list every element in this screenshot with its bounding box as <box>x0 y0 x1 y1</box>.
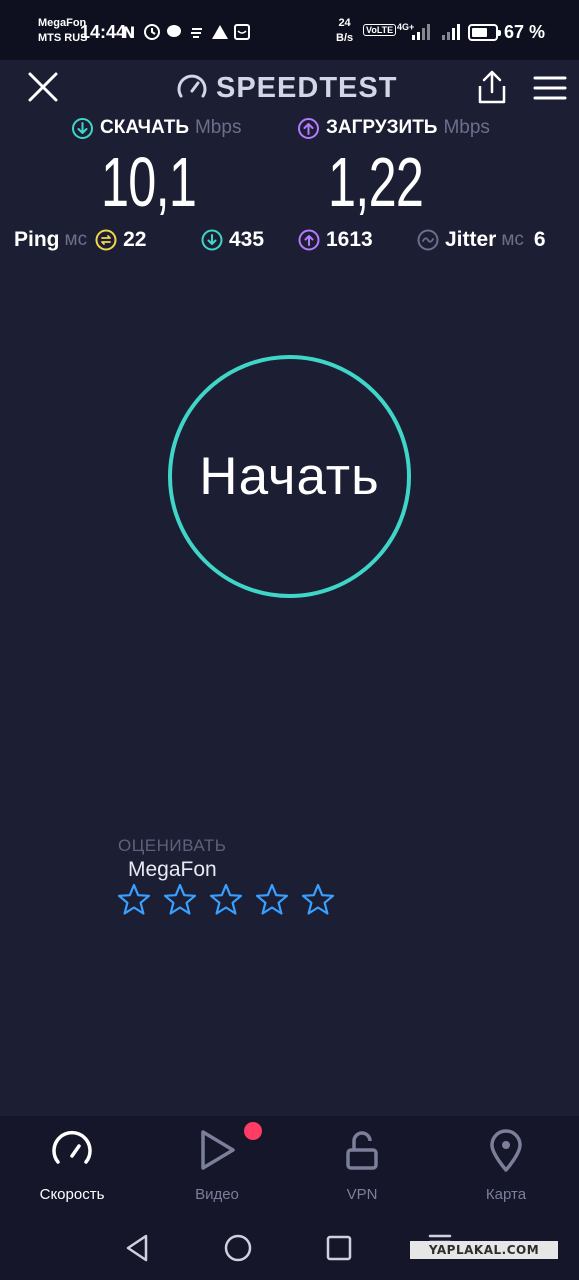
ping-upload-icon <box>298 229 320 251</box>
ping-idle-value: 22 <box>123 228 147 251</box>
recents-button[interactable] <box>321 1230 357 1266</box>
signal-strength-icon-1 <box>412 24 430 40</box>
notification-icons-svg: N <box>122 23 250 42</box>
gauge-icon <box>177 74 207 98</box>
rating-title: ОЦЕНИВАТЬ <box>118 836 227 855</box>
app-header: SPEEDTEST <box>0 60 579 116</box>
menu-button[interactable] <box>533 74 567 102</box>
back-triangle-icon <box>126 1234 148 1262</box>
battery-fill <box>472 28 487 37</box>
download-value: 10,1 <box>101 143 197 221</box>
nav-label-map: Карта <box>485 1186 527 1203</box>
volte-badge: VoLTE <box>363 24 397 36</box>
nav-tab-map[interactable]: Карта <box>446 1116 566 1212</box>
home-button[interactable] <box>220 1230 256 1266</box>
nav-label-vpn: VPN <box>346 1186 378 1203</box>
jitter-unit: мс <box>501 229 524 250</box>
ping-download-icon <box>201 229 223 251</box>
upload-header: ЗАГРУЗИТЬ Mbps <box>297 116 490 140</box>
svg-text:N: N <box>122 23 140 42</box>
jitter-icon <box>417 229 439 251</box>
map-pin-icon <box>490 1129 522 1172</box>
nav-tab-speed[interactable]: Скорость <box>12 1116 132 1212</box>
ping-label: Ping <box>14 228 60 251</box>
video-notification-badge <box>244 1122 262 1140</box>
battery-percent: 67 % <box>504 22 546 42</box>
close-button[interactable] <box>26 70 60 104</box>
download-label: СКАЧАТЬ <box>100 117 189 138</box>
rating-star-4[interactable] <box>254 882 290 918</box>
speedtest-logo: SPEEDTEST <box>176 70 397 106</box>
rating-stars <box>116 882 346 918</box>
upload-arrow-icon <box>298 117 319 139</box>
download-header: СКАЧАТЬ Mbps <box>71 116 241 140</box>
rating-star-2[interactable] <box>162 882 198 918</box>
ping-idle-icon <box>95 229 117 251</box>
rating-provider: MegaFon <box>128 858 217 881</box>
rating-star-1[interactable] <box>116 882 152 918</box>
app-title: SPEEDTEST <box>216 71 398 104</box>
net-speed-unit: B/s <box>336 32 354 44</box>
nav-label-video: Видео <box>195 1186 239 1203</box>
jitter-label: Jitter <box>445 228 497 251</box>
download-arrow-icon <box>72 117 93 139</box>
battery-icon <box>468 24 501 41</box>
bottom-navigation: Скорость Видео VPN Карта <box>0 1116 579 1212</box>
signal-strength-icon-2 <box>442 24 460 40</box>
download-unit: Mbps <box>194 117 242 138</box>
ping-upload-stat: 1613 <box>298 228 373 252</box>
close-icon <box>28 72 58 102</box>
ping-download-stat: 435 <box>201 228 264 252</box>
start-test-button[interactable]: Начать <box>168 355 411 598</box>
jitter-value: 6 <box>533 228 546 251</box>
share-icon <box>478 70 506 104</box>
latency-stats: Ping мс 22 435 1613 Jitter мс 6 <box>0 226 579 256</box>
ping-upload-value: 1613 <box>326 228 373 251</box>
watermark: YAPLAKAL.COM <box>410 1241 558 1259</box>
ping-unit: мс <box>64 229 88 250</box>
start-test-label: Начать <box>199 447 380 506</box>
play-icon <box>201 1130 235 1170</box>
upload-value: 1,22 <box>328 143 424 221</box>
home-circle-icon <box>224 1234 252 1262</box>
recents-square-icon <box>326 1235 352 1261</box>
nav-label-speed: Скорость <box>39 1186 105 1203</box>
ping-download-value: 435 <box>229 228 265 251</box>
hamburger-menu-icon <box>533 76 567 100</box>
jitter-stat: Jitter мс 6 <box>417 228 546 252</box>
net-speed-value: 24 <box>338 17 351 29</box>
status-bar: MegaFon MTS RUS 14:44 N 24 B/s VoLTE 4G+… <box>0 0 579 60</box>
ping-stat: Ping мс 22 <box>14 228 146 252</box>
unlock-icon <box>346 1131 378 1170</box>
nav-tab-vpn[interactable]: VPN <box>302 1116 422 1212</box>
speedometer-icon <box>52 1131 92 1164</box>
clock: 14:44 <box>80 22 127 42</box>
notification-icons: N <box>122 22 252 46</box>
upload-unit: Mbps <box>443 117 490 138</box>
rating-star-5[interactable] <box>300 882 336 918</box>
rating-star-3[interactable] <box>208 882 244 918</box>
back-button[interactable] <box>120 1230 156 1266</box>
upload-label: ЗАГРУЗИТЬ <box>326 117 438 138</box>
share-button[interactable] <box>474 68 510 106</box>
net-speed: 24 B/s <box>336 16 353 46</box>
